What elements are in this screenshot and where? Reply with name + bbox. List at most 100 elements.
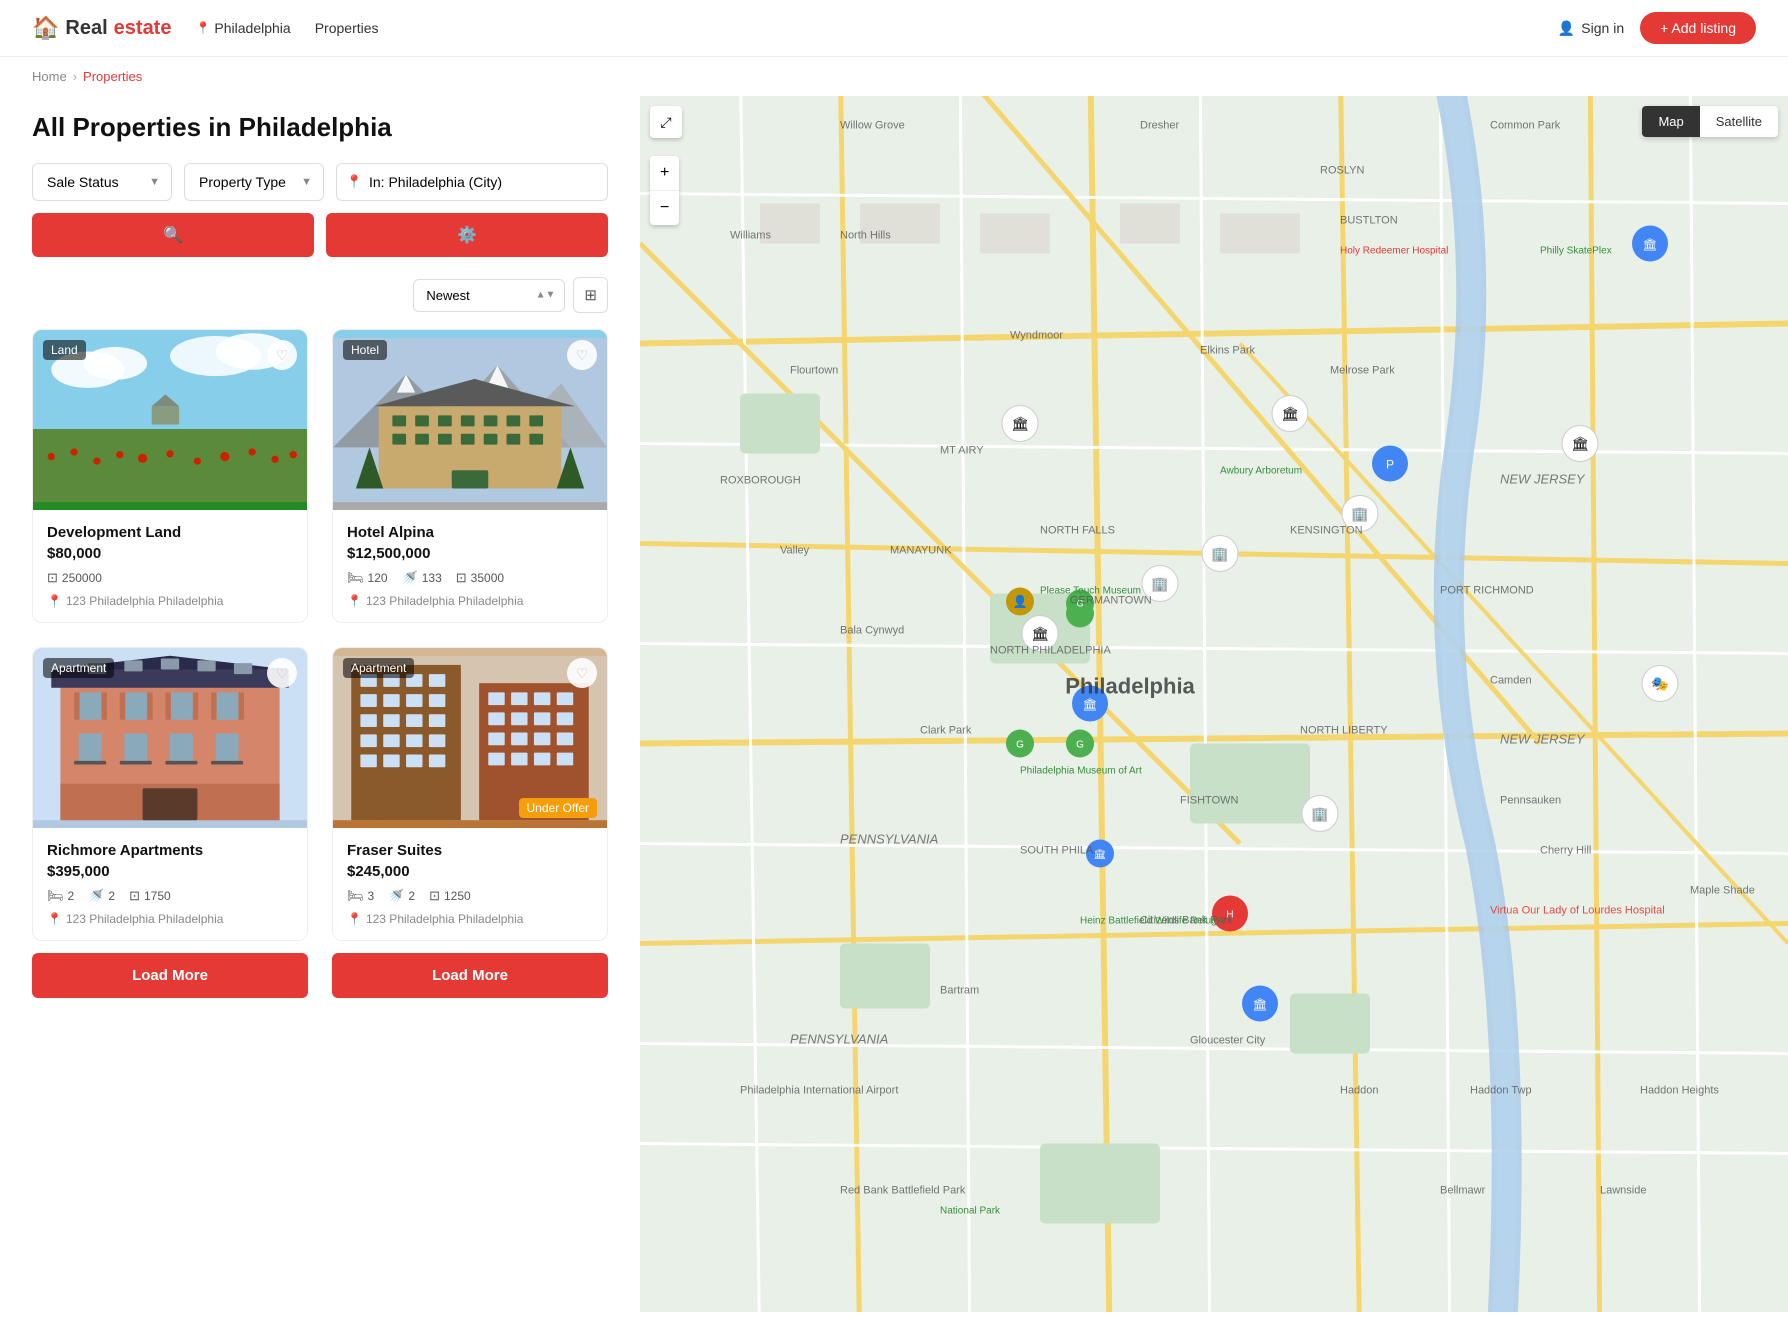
card-title-2: Hotel Alpina (347, 524, 593, 541)
svg-text:Bartram: Bartram (940, 985, 979, 997)
nav-city[interactable]: 📍 Philadelphia (195, 20, 290, 36)
svg-text:North Hills: North Hills (840, 230, 891, 242)
svg-text:NORTH PHILADELPHIA: NORTH PHILADELPHIA (990, 645, 1111, 657)
svg-text:Williams: Williams (730, 230, 771, 242)
under-offer-badge: Under Offer (519, 798, 597, 818)
svg-text:🏢: 🏢 (1151, 576, 1168, 593)
card-baths-2: 🚿 133 (402, 570, 442, 586)
card-favorite-button-3[interactable]: ♡ (267, 658, 297, 688)
bed-icon-2: 🛏 (347, 570, 364, 586)
property-type-select[interactable]: Property Type Land Hotel Apartment House (184, 163, 324, 201)
svg-text:🏛: 🏛 (1252, 998, 1267, 1012)
property-card-4[interactable]: Apartment ♡ Under Offer Fraser Suites $2… (332, 647, 608, 941)
bath-icon-3: 🚿 (88, 888, 104, 904)
card-title-3: Richmore Apartments (47, 842, 293, 859)
map-expand-button[interactable]: ⤢ (650, 106, 682, 138)
sort-select-wrap: Newest Oldest Price: Low to High Price: … (413, 279, 565, 312)
svg-text:G: G (1076, 740, 1084, 751)
property-card-1[interactable]: Land ♡ Development Land $80,000 ⊡ 250000… (32, 329, 308, 623)
card-address-1: 📍 123 Philadelphia Philadelphia (47, 594, 293, 608)
svg-text:ROXBOROUGH: ROXBOROUGH (720, 475, 801, 487)
bed-icon-3: 🛏 (47, 888, 64, 904)
add-listing-button[interactable]: + Add listing (1640, 12, 1756, 44)
breadcrumb-home[interactable]: Home (32, 69, 67, 84)
card-body-1: Development Land $80,000 ⊡ 250000 📍 123 … (33, 510, 307, 622)
load-more-button-2[interactable]: Load More (332, 953, 608, 998)
location-input[interactable] (336, 163, 608, 201)
search-button[interactable]: 🔍 (32, 213, 314, 257)
baths-value-3: 2 (108, 889, 115, 903)
card-stats-4: 🛏 3 🚿 2 ⊡ 1250 (347, 888, 593, 904)
svg-text:KENSINGTON: KENSINGTON (1290, 525, 1363, 537)
svg-text:National Park: National Park (940, 1206, 1001, 1217)
svg-text:Pennsauken: Pennsauken (1500, 795, 1561, 807)
card-body-2: Hotel Alpina $12,500,000 🛏 120 🚿 133 ⊡ (333, 510, 607, 622)
svg-text:Heinz Battlefield Wildlife Ref: Heinz Battlefield Wildlife Refuge (1080, 916, 1223, 927)
svg-text:Haddon: Haddon (1340, 1085, 1379, 1097)
grid-toggle-button[interactable]: ⊞ (573, 277, 608, 313)
svg-text:Awbury Arboretum: Awbury Arboretum (1220, 466, 1302, 477)
address-pin-icon-1: 📍 (47, 594, 62, 608)
svg-text:Willow Grove: Willow Grove (840, 120, 905, 132)
svg-text:PENNSYLVANIA: PENNSYLVANIA (790, 1032, 888, 1047)
card-title-1: Development Land (47, 524, 293, 541)
card-body-3: Richmore Apartments $395,000 🛏 2 🚿 2 ⊡ (33, 828, 307, 940)
sale-status-select[interactable]: Sale Status For Sale For Rent (32, 163, 172, 201)
svg-text:Dresher: Dresher (1140, 120, 1179, 132)
sort-row: Newest Oldest Price: Low to High Price: … (32, 277, 608, 313)
beds-value-2: 120 (368, 571, 388, 585)
card-price-4: $245,000 (347, 863, 593, 880)
card-image-wrap-3: Apartment ♡ (33, 648, 307, 828)
card-favorite-button-1[interactable]: ♡ (267, 340, 297, 370)
svg-text:🏛: 🏛 (1082, 698, 1097, 712)
bath-icon-4: 🚿 (388, 888, 404, 904)
card-favorite-button-2[interactable]: ♡ (567, 340, 597, 370)
area-value-4: 1250 (444, 889, 471, 903)
sort-select[interactable]: Newest Oldest Price: Low to High Price: … (413, 279, 565, 312)
breadcrumb: Home › Properties (0, 57, 1788, 96)
card-address-3: 📍 123 Philadelphia Philadelphia (47, 912, 293, 926)
address-pin-icon-2: 📍 (347, 594, 362, 608)
address-text-1: 123 Philadelphia Philadelphia (66, 594, 223, 608)
svg-text:Virtua Our Lady of Lourdes Hos: Virtua Our Lady of Lourdes Hospital (1490, 905, 1665, 917)
area-icon-1: ⊡ (47, 570, 58, 586)
settings-icon: ⚙️ (457, 225, 477, 245)
svg-text:Please Touch Museum: Please Touch Museum (1040, 586, 1141, 597)
svg-text:Philadelphia: Philadelphia (1065, 674, 1195, 699)
svg-text:🎭: 🎭 (1651, 676, 1668, 692)
card-beds-4: 🛏 3 (347, 888, 374, 904)
property-card-2[interactable]: Hotel ♡ Hotel Alpina $12,500,000 🛏 120 🚿… (332, 329, 608, 623)
sign-in-button[interactable]: 👤 Sign in (1558, 20, 1624, 37)
card-price-1: $80,000 (47, 545, 293, 562)
card-badge-3: Apartment (43, 658, 114, 678)
bed-icon-4: 🛏 (347, 888, 364, 904)
svg-text:NEW JERSEY: NEW JERSEY (1500, 472, 1586, 487)
logo[interactable]: 🏠 Realestate (32, 15, 171, 41)
load-more-button-1[interactable]: Load More (32, 953, 308, 998)
card-favorite-button-4[interactable]: ♡ (567, 658, 597, 688)
svg-text:ROSLYN: ROSLYN (1320, 165, 1364, 177)
property-type-wrap: Property Type Land Hotel Apartment House… (184, 163, 324, 201)
svg-text:Gloucester City: Gloucester City (1190, 1035, 1266, 1047)
address-text-3: 123 Philadelphia Philadelphia (66, 912, 223, 926)
svg-text:MT AIRY: MT AIRY (940, 445, 984, 457)
map-zoom-in-button[interactable]: + (650, 156, 679, 191)
sign-in-label: Sign in (1581, 20, 1624, 36)
nav-properties[interactable]: Properties (315, 20, 379, 36)
svg-text:Haddon Heights: Haddon Heights (1640, 1085, 1719, 1097)
property-card-3[interactable]: Apartment ♡ Richmore Apartments $395,000… (32, 647, 308, 941)
bottom-btn-row: Load More Load More (32, 953, 608, 998)
logo-estate: estate (114, 17, 172, 40)
map-zoom-out-button[interactable]: − (650, 191, 679, 225)
cards-grid: Land ♡ Development Land $80,000 ⊡ 250000… (32, 329, 608, 941)
card-stats-1: ⊡ 250000 (47, 570, 293, 586)
nav-left: 🏠 Realestate 📍 Philadelphia Properties (32, 15, 379, 41)
svg-text:Bala Cynwyd: Bala Cynwyd (840, 625, 904, 637)
svg-text:🏛: 🏛 (1011, 416, 1029, 432)
svg-text:Melrose Park: Melrose Park (1330, 365, 1395, 377)
settings-button[interactable]: ⚙️ (326, 213, 608, 257)
map-tab-satellite[interactable]: Satellite (1700, 106, 1778, 137)
sale-status-wrap: Sale Status For Sale For Rent ▼ (32, 163, 172, 201)
map-tab-map[interactable]: Map (1642, 106, 1699, 137)
svg-text:Flourtown: Flourtown (790, 365, 838, 377)
